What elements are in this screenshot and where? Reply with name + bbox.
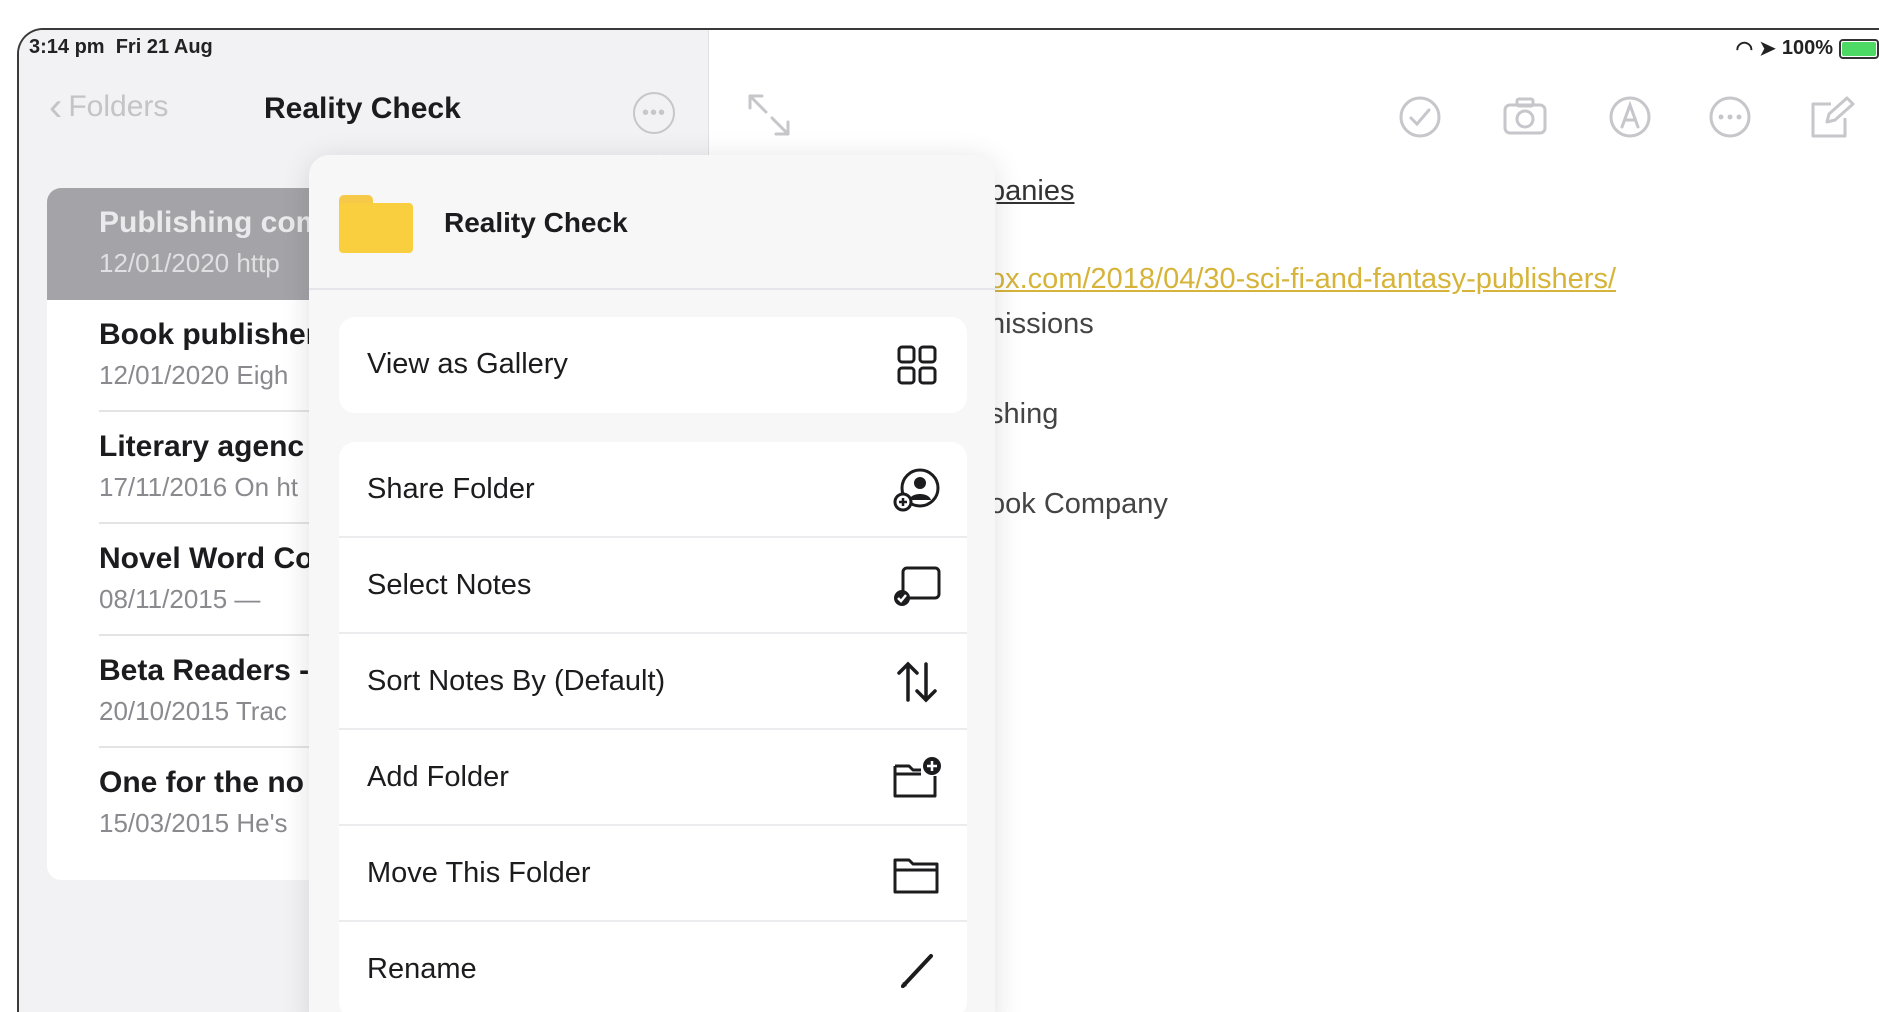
rename-pencil-icon (901, 954, 933, 988)
note-line: shing (989, 398, 1059, 430)
menu-item-label: Add Folder (367, 761, 509, 793)
location-arrow-icon: ➤ (1759, 38, 1776, 60)
back-to-folders-button[interactable]: ‹ Folders (49, 85, 169, 129)
select-notes-icon (894, 566, 941, 606)
menu-item-label: Select Notes (367, 569, 532, 601)
popover-header: Reality Check (309, 155, 995, 290)
note-meta: 12/01/2020 Eigh (99, 360, 289, 390)
folder-title: Reality Check (264, 92, 461, 125)
note-title: Novel Word Co (99, 542, 314, 575)
back-label: Folders (68, 90, 169, 123)
share-folder-icon (893, 468, 940, 512)
menu-item-label: Rename (367, 953, 477, 985)
markup-icon[interactable] (1607, 94, 1653, 140)
note-title: Beta Readers - (99, 654, 310, 687)
note-title: Literary agenc (99, 430, 305, 463)
add-folder-icon (893, 757, 941, 798)
menu-item-label: View as Gallery (367, 348, 568, 380)
popover-arrow (641, 154, 677, 172)
status-time: 3:14 pm Fri 21 Aug (29, 36, 213, 59)
add-folder-button[interactable]: Add Folder (339, 730, 967, 826)
note-meta: 08/11/2015 — (99, 584, 261, 614)
chevron-left-icon: ‹ (49, 85, 63, 129)
time-text: 3:14 pm (29, 36, 105, 58)
note-meta: 12/01/2020 http (99, 248, 280, 278)
expand-icon[interactable] (744, 90, 794, 140)
battery-percent: 100% (1781, 37, 1833, 59)
note-title: Publishing com (99, 206, 323, 239)
note-line: nissions (989, 308, 1094, 340)
popover-folder-name: Reality Check (444, 207, 628, 238)
folder-icon (339, 195, 413, 253)
sort-notes-button[interactable]: Sort Notes By (Default) (339, 634, 967, 730)
view-as-gallery-button[interactable]: View as Gallery (339, 317, 967, 413)
note-line: panies (989, 175, 1075, 207)
camera-icon[interactable] (1502, 94, 1548, 140)
compose-icon[interactable] (1809, 94, 1855, 140)
sort-arrows-icon (897, 661, 937, 703)
rename-button[interactable]: Rename (339, 922, 967, 1012)
note-meta: 20/10/2015 Trac (99, 696, 287, 726)
menu-group-actions: Share Folder Select Notes Sort Notes By … (339, 442, 967, 1012)
share-folder-button[interactable]: Share Folder (339, 442, 967, 538)
move-folder-icon (893, 858, 939, 894)
menu-item-label: Sort Notes By (Default) (367, 665, 666, 697)
status-indicators: ◠ ➤ 100% (1736, 36, 1879, 61)
ipad-screen: ‹ Folders Reality Check ••• Publishing c… (17, 28, 1879, 1012)
note-meta: 15/03/2015 He's (99, 808, 288, 838)
folder-options-menu: Reality Check View as Gallery Share Fold… (309, 155, 995, 1012)
more-options-icon[interactable]: ••• (633, 92, 675, 134)
wifi-icon: ◠ (1735, 38, 1754, 60)
checklist-icon[interactable] (1397, 94, 1443, 140)
menu-item-label: Move This Folder (367, 857, 591, 889)
date-text: Fri 21 Aug (115, 36, 213, 58)
select-notes-button[interactable]: Select Notes (339, 538, 967, 634)
status-bar: 3:14 pm Fri 21 Aug ◠ ➤ 100% (19, 30, 1879, 64)
menu-group-view: View as Gallery (339, 317, 967, 413)
battery-icon (1839, 38, 1879, 59)
note-line: ook Company (989, 488, 1168, 520)
more-icon[interactable] (1707, 94, 1753, 140)
note-title: One for the no (99, 766, 304, 799)
note-meta: 17/11/2016 On ht (99, 472, 299, 502)
note-link[interactable]: ox.com/2018/04/30-sci-fi-and-fantasy-pub… (989, 263, 1616, 296)
gallery-grid-icon (897, 345, 937, 385)
note-title: Book publisher (99, 318, 318, 351)
menu-item-label: Share Folder (367, 473, 535, 505)
move-folder-button[interactable]: Move This Folder (339, 826, 967, 922)
